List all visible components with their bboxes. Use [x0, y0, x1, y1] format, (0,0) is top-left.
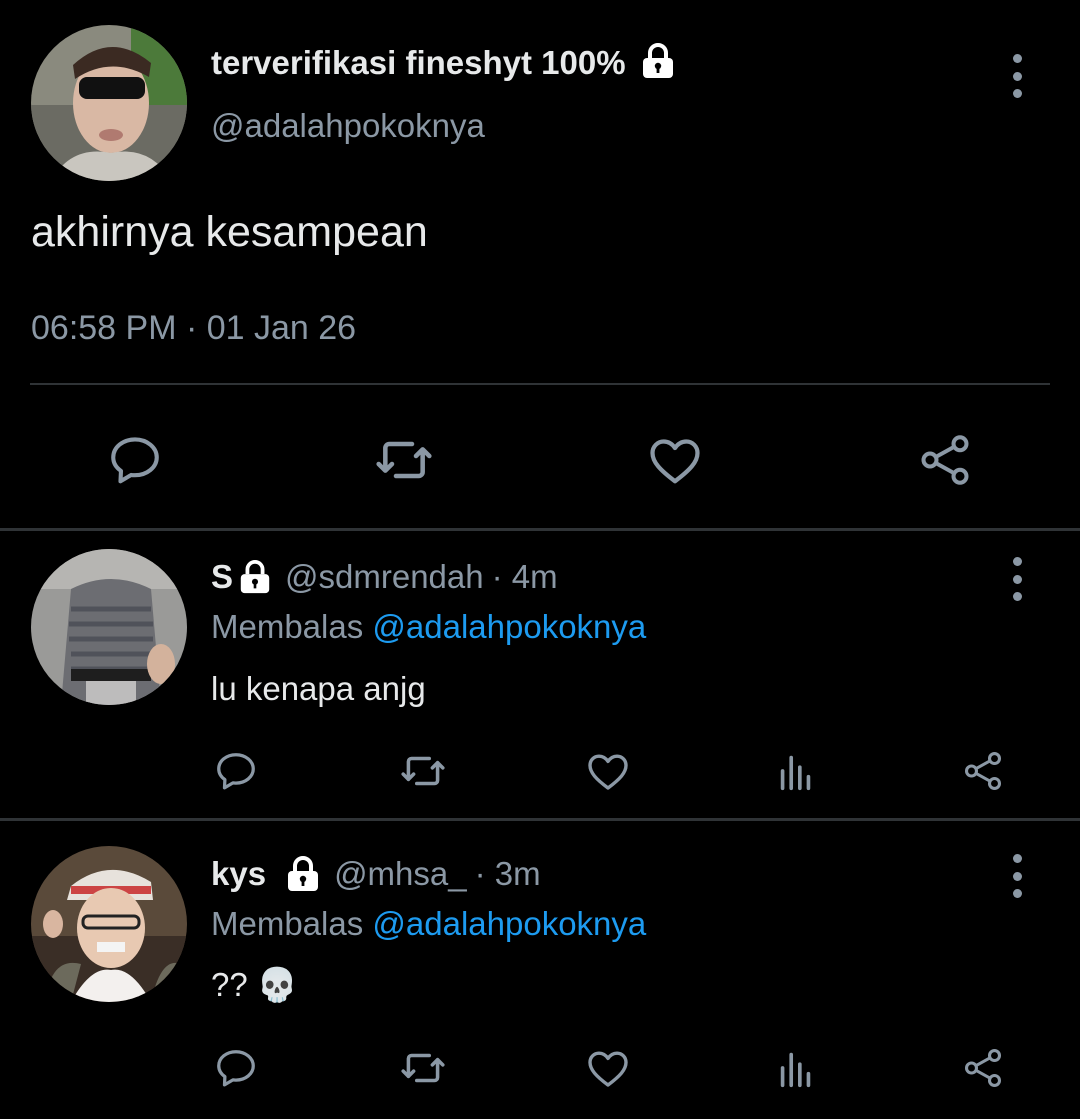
- reply-button[interactable]: [210, 745, 262, 797]
- views-button[interactable]: [770, 1042, 822, 1094]
- tweet-text: ?? 💀: [211, 966, 298, 1003]
- mention-link[interactable]: @adalahpokoknya: [372, 608, 646, 645]
- share-button[interactable]: [957, 745, 1009, 797]
- avatar[interactable]: [31, 549, 187, 705]
- display-name[interactable]: S: [211, 558, 233, 596]
- heart-icon: [650, 439, 700, 484]
- comment-icon: [217, 1050, 255, 1087]
- reply-button[interactable]: [210, 1042, 262, 1094]
- display-name[interactable]: terverifikasi fineshyt 100%: [211, 43, 677, 82]
- replying-to: Membalas @adalahpokoknya: [211, 905, 646, 943]
- retweet-icon: [401, 756, 445, 786]
- handle[interactable]: @mhsa_: [334, 855, 467, 893]
- more-vertical-icon[interactable]: [1007, 854, 1027, 898]
- handle[interactable]: @adalahpokoknya: [211, 107, 485, 145]
- retweet-button[interactable]: [397, 1042, 449, 1094]
- like-button[interactable]: [582, 1042, 634, 1094]
- like-button[interactable]: [582, 745, 634, 797]
- tweet-text: akhirnya kesampean: [31, 208, 428, 256]
- replying-label: Membalas: [211, 905, 364, 942]
- comment-icon: [217, 753, 255, 790]
- retweet-button[interactable]: [397, 745, 449, 797]
- retweet-button[interactable]: [369, 425, 439, 495]
- retweet-icon: [401, 1053, 445, 1083]
- comment-icon: [111, 437, 159, 484]
- more-vertical-icon[interactable]: [1007, 54, 1027, 98]
- tweet-text: lu kenapa anjg: [211, 670, 426, 707]
- views-button[interactable]: [770, 745, 822, 797]
- retweet-icon: [376, 441, 432, 479]
- relative-time: · 4m: [491, 558, 558, 595]
- mention-link[interactable]: @adalahpokoknya: [372, 905, 646, 942]
- handle[interactable]: @sdmrendah: [285, 558, 484, 596]
- timestamp[interactable]: 06:58 PM · 01 Jan 26: [31, 309, 356, 348]
- display-name[interactable]: kys: [211, 855, 266, 893]
- divider: [30, 383, 1050, 385]
- more-vertical-icon[interactable]: [1007, 557, 1027, 601]
- share-icon: [921, 435, 969, 485]
- analytics-icon: [780, 755, 811, 791]
- display-name-text: terverifikasi fineshyt 100%: [211, 44, 626, 81]
- share-icon: [964, 752, 1002, 790]
- lock-icon: [240, 560, 270, 594]
- section-divider: [0, 818, 1080, 821]
- replying-label: Membalas: [211, 608, 364, 645]
- like-button[interactable]: [640, 425, 710, 495]
- share-button[interactable]: [910, 425, 980, 495]
- avatar[interactable]: [31, 846, 187, 1002]
- reply-button[interactable]: [100, 425, 170, 495]
- share-icon: [964, 1049, 1002, 1087]
- lock-icon: [642, 43, 673, 79]
- avatar[interactable]: [31, 25, 187, 181]
- share-button[interactable]: [957, 1042, 1009, 1094]
- heart-icon: [588, 1051, 628, 1087]
- lock-icon: [288, 856, 319, 891]
- relative-time: · 3m: [474, 855, 541, 892]
- analytics-icon: [780, 1052, 811, 1088]
- section-divider: [0, 528, 1080, 531]
- replying-to: Membalas @adalahpokoknya: [211, 608, 646, 646]
- heart-icon: [588, 754, 628, 790]
